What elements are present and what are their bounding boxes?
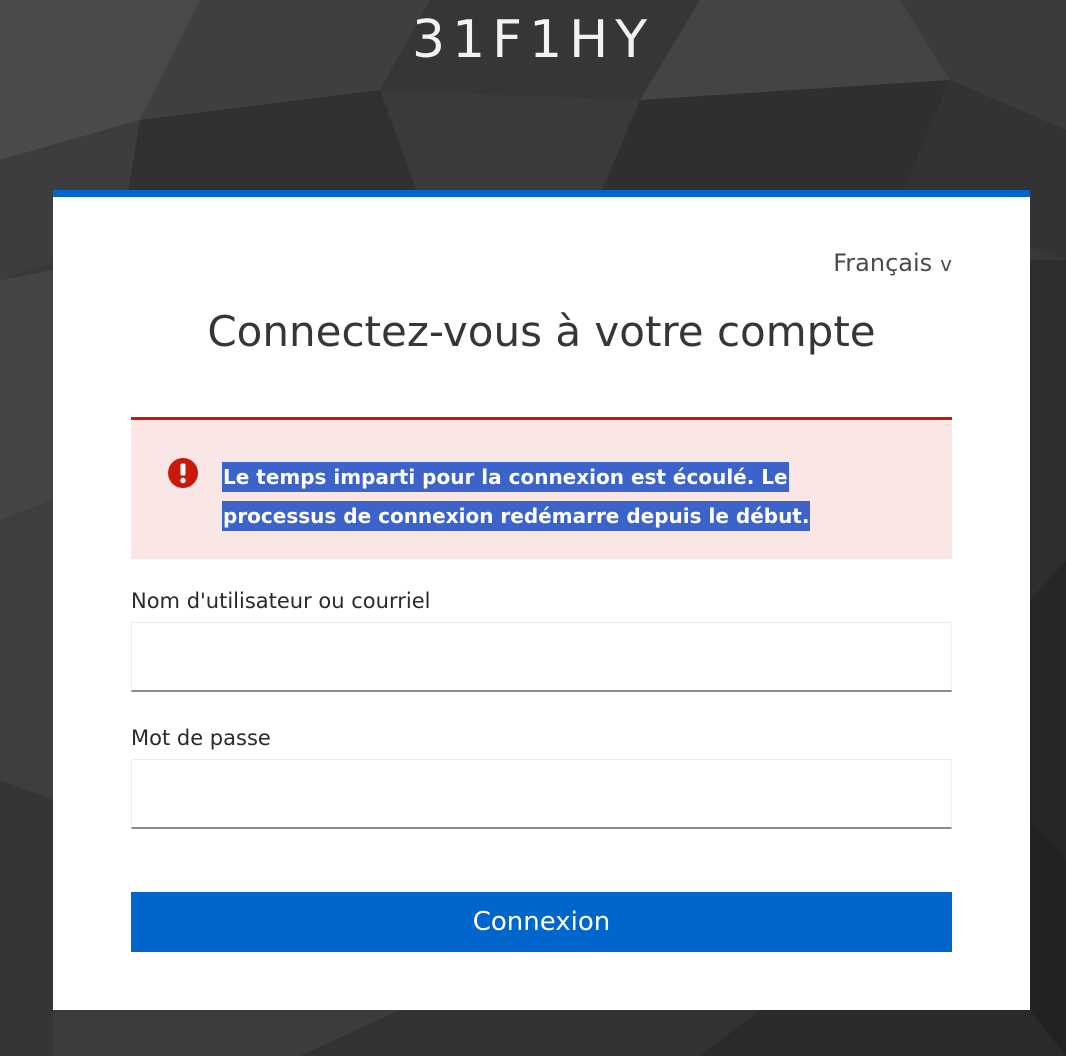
realm-title: 31F1HY [411, 10, 655, 70]
chevron-down-icon: v [940, 252, 952, 276]
alert-message: Le temps imparti pour la connexion est é… [222, 458, 862, 536]
login-button[interactable]: Connexion [131, 892, 952, 952]
error-alert: Le temps imparti pour la connexion est é… [131, 417, 952, 559]
exclamation-circle-icon [168, 458, 198, 488]
password-field[interactable] [131, 759, 952, 829]
alert-message-text: Le temps imparti pour la connexion est é… [222, 462, 811, 531]
username-label: Nom d'utilisateur ou courriel [131, 589, 431, 613]
language-selector[interactable]: Français v [833, 249, 952, 277]
language-label: Français [833, 249, 933, 277]
username-field[interactable] [131, 622, 952, 692]
password-label: Mot de passe [131, 726, 271, 750]
login-card: Français v Connectez-vous à votre compte … [53, 190, 1030, 1010]
page-title: Connectez-vous à votre compte [207, 307, 876, 356]
